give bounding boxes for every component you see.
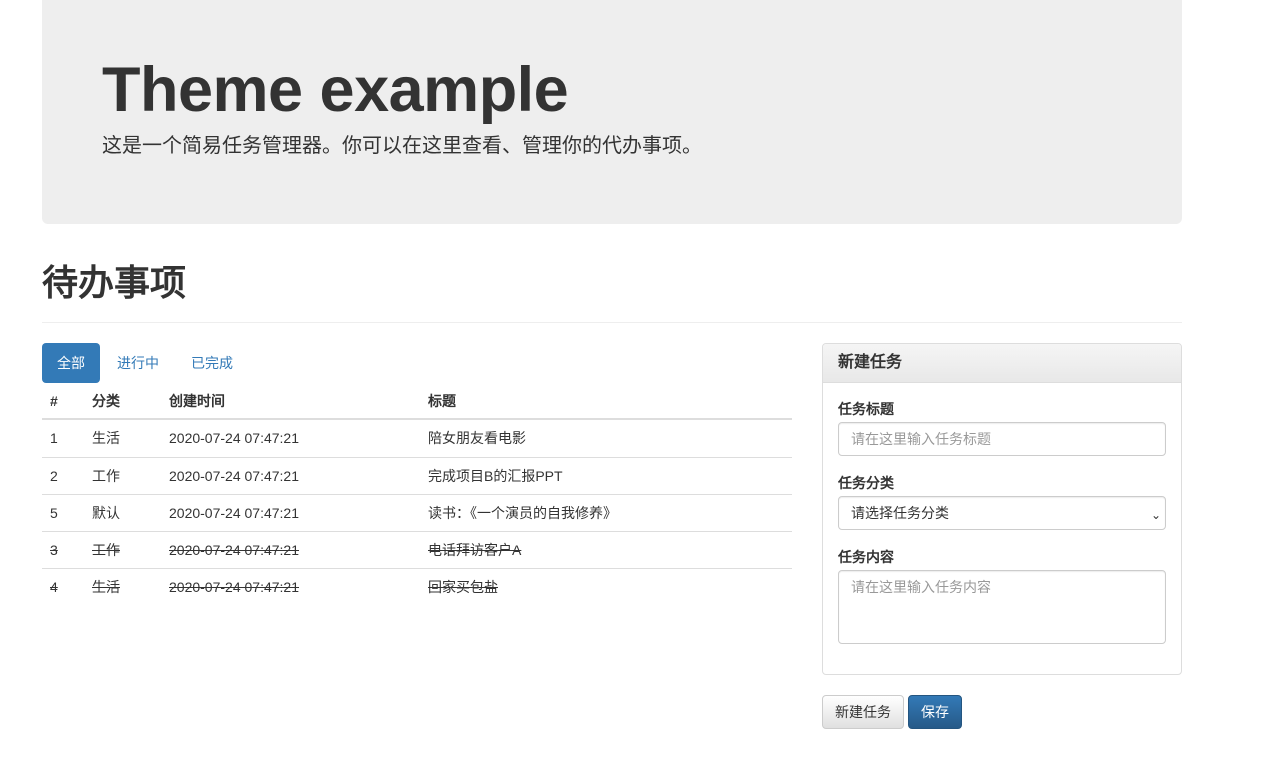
table-row-completed[interactable]: 4 生活 2020-07-24 07:47:21 回家买包盐 bbox=[42, 568, 792, 605]
jumbotron-title: Theme example bbox=[102, 55, 569, 125]
row-id: 5 bbox=[50, 505, 58, 521]
task-content-label: 任务内容 bbox=[838, 549, 894, 565]
row-category: 生活 bbox=[92, 579, 120, 595]
new-task-panel: 新建任务 任务标题 任务分类 请选择任务分类 ⌄ 任务内容 bbox=[822, 343, 1182, 675]
table-row-completed[interactable]: 3 工作 2020-07-24 07:47:21 电话拜访客户A bbox=[42, 531, 792, 568]
row-created: 2020-07-24 07:47:21 bbox=[169, 542, 299, 558]
row-category: 默认 bbox=[92, 505, 120, 521]
tab-all[interactable]: 全部 bbox=[42, 343, 100, 383]
table-row[interactable]: 5 默认 2020-07-24 07:47:21 读书：《一个演员的自我修养》 bbox=[42, 494, 792, 531]
column-header-id: # bbox=[50, 393, 58, 409]
page-header-divider bbox=[42, 322, 1182, 323]
task-table: # 分类 创建时间 标题 1 生活 2020-07-24 07:47:21 陪女… bbox=[42, 383, 792, 605]
row-category: 工作 bbox=[92, 468, 120, 484]
row-title: 回家买包盐 bbox=[428, 579, 498, 595]
jumbotron-subtitle: 这是一个简易任务管理器。你可以在这里查看、管理你的代办事项。 bbox=[102, 135, 702, 157]
row-created: 2020-07-24 07:47:21 bbox=[169, 579, 299, 595]
task-category-label: 任务分类 bbox=[838, 475, 894, 491]
new-task-button[interactable]: 新建任务 bbox=[822, 695, 904, 729]
task-category-select[interactable]: 请选择任务分类 ⌄ bbox=[838, 496, 1166, 530]
task-filter-tabs: 全部 进行中 已完成 bbox=[42, 343, 250, 383]
row-title: 完成项目B的汇报PPT bbox=[428, 468, 563, 484]
row-title: 电话拜访客户A bbox=[428, 542, 522, 558]
page-title: 待办事项 bbox=[42, 262, 187, 303]
save-button[interactable]: 保存 bbox=[908, 695, 962, 729]
row-created: 2020-07-24 07:47:21 bbox=[169, 430, 299, 446]
table-row[interactable]: 1 生活 2020-07-24 07:47:21 陪女朋友看电影 bbox=[42, 420, 792, 457]
task-content-textarea[interactable] bbox=[838, 570, 1166, 644]
row-category: 工作 bbox=[92, 542, 120, 558]
row-title: 读书：《一个演员的自我修养》 bbox=[428, 505, 617, 521]
row-created: 2020-07-24 07:47:21 bbox=[169, 505, 299, 521]
row-id: 1 bbox=[50, 430, 58, 446]
tab-completed[interactable]: 已完成 bbox=[176, 343, 248, 383]
row-id: 2 bbox=[50, 468, 58, 484]
task-category-selected: 请选择任务分类 bbox=[851, 505, 949, 521]
table-header-row: # 分类 创建时间 标题 bbox=[42, 383, 792, 420]
task-title-label: 任务标题 bbox=[838, 401, 894, 417]
panel-heading: 新建任务 bbox=[823, 344, 1181, 383]
table-row[interactable]: 2 工作 2020-07-24 07:47:21 完成项目B的汇报PPT bbox=[42, 457, 792, 494]
tab-in-progress[interactable]: 进行中 bbox=[102, 343, 174, 383]
row-title: 陪女朋友看电影 bbox=[428, 430, 526, 446]
jumbotron: Theme example 这是一个简易任务管理器。你可以在这里查看、管理你的代… bbox=[42, 0, 1182, 224]
task-title-input[interactable] bbox=[838, 422, 1166, 456]
column-header-title: 标题 bbox=[428, 393, 456, 409]
row-created: 2020-07-24 07:47:21 bbox=[169, 468, 299, 484]
row-id: 4 bbox=[50, 579, 58, 595]
column-header-category: 分类 bbox=[92, 393, 120, 409]
row-category: 生活 bbox=[92, 430, 120, 446]
column-header-created: 创建时间 bbox=[169, 393, 225, 409]
chevron-down-icon: ⌄ bbox=[1150, 508, 1161, 522]
row-id: 3 bbox=[50, 542, 58, 558]
